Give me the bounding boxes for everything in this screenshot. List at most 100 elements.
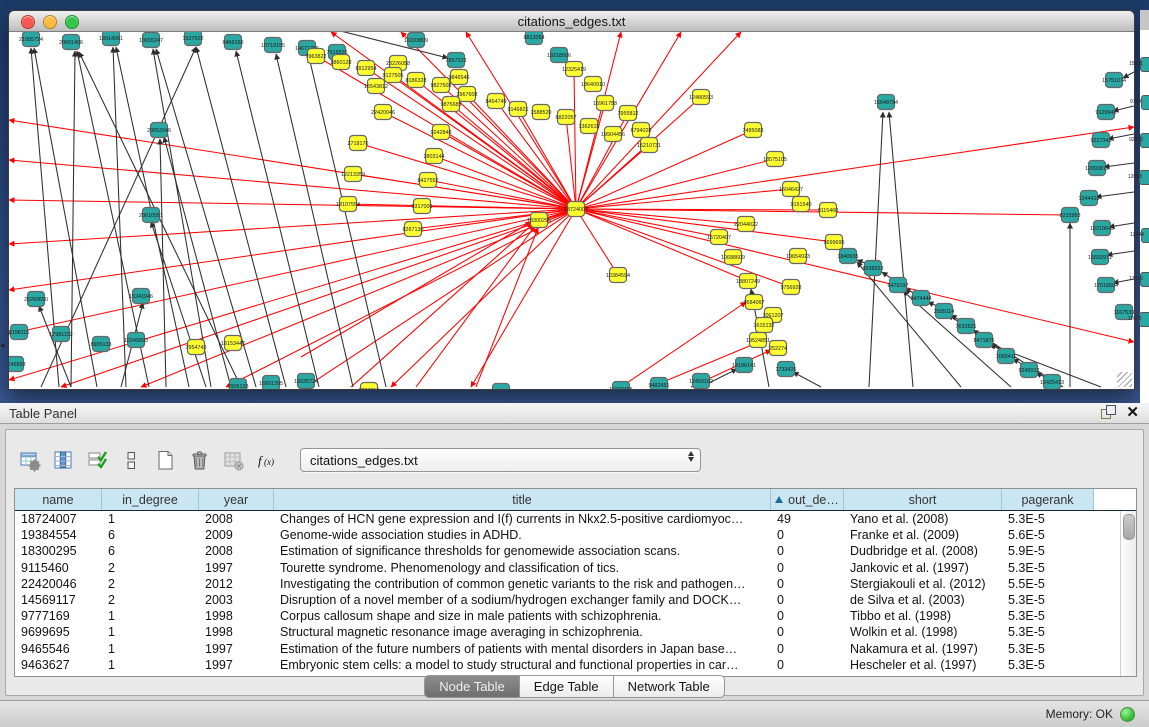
table-cell[interactable]: 1 [102, 512, 199, 526]
table-cell[interactable]: 2 [102, 593, 199, 607]
table-scrollbar[interactable] [1120, 511, 1136, 676]
table-cell[interactable]: 9465546 [15, 642, 102, 656]
network-edge[interactable] [1096, 192, 1134, 197]
show-columns-button[interactable] [50, 446, 76, 474]
network-edge[interactable] [793, 372, 821, 387]
table-cell[interactable]: 5.9E-5 [1002, 544, 1094, 558]
table-cell[interactable]: Nakamura et al. (1997) [844, 642, 1002, 656]
table-cell[interactable]: 2009 [199, 528, 274, 542]
tab-edge-table[interactable]: Edge Table [520, 675, 614, 698]
network-edge[interactable] [576, 209, 1134, 342]
table-cell[interactable]: 5.6E-5 [1002, 528, 1094, 542]
unselect-all-button[interactable] [118, 446, 144, 474]
table-cell[interactable]: Dudbridge et al. (2008) [844, 544, 1002, 558]
table-row[interactable]: 1938455462009Genome-wide association stu… [15, 527, 1136, 543]
network-node[interactable]: 17016 [1140, 272, 1149, 287]
table-row[interactable]: 1456911722003Disruption of a novel membe… [15, 592, 1136, 608]
column-header-name[interactable]: name [15, 489, 102, 510]
table-cell[interactable]: 6 [102, 544, 199, 558]
table-row[interactable]: 2242004622012Investigating the contribut… [15, 576, 1136, 592]
network-edge[interactable] [276, 54, 353, 387]
table-cell[interactable]: 2003 [199, 593, 274, 607]
column-header-pagerank[interactable]: pagerank [1002, 489, 1094, 510]
table-cell[interactable]: 0 [771, 658, 844, 672]
table-cell[interactable]: 14569117 [15, 593, 102, 607]
table-cell[interactable]: Yano et al. (2008) [844, 512, 1002, 526]
table-cell[interactable]: 0 [771, 642, 844, 656]
table-cell[interactable]: Wolkin et al. (1998) [844, 625, 1002, 639]
column-header-title[interactable]: title [274, 489, 771, 510]
network-edge[interactable] [869, 112, 883, 387]
table-cell[interactable]: 0 [771, 544, 844, 558]
network-edge[interactable] [151, 222, 206, 387]
table-cell[interactable]: Investigating the contribution of common… [274, 577, 771, 591]
network-edge[interactable] [889, 112, 913, 387]
table-cell[interactable]: 1998 [199, 625, 274, 639]
network-edge[interactable] [39, 306, 71, 387]
close-panel-icon[interactable]: ✕ [1126, 405, 1139, 420]
memory-ok-indicator[interactable] [1120, 707, 1135, 722]
column-header-out_de[interactable]: out_de… [771, 489, 844, 510]
table-cell[interactable]: 2008 [199, 512, 274, 526]
column-header-year[interactable]: year [199, 489, 274, 510]
network-edge[interactable] [576, 209, 719, 237]
table-cell[interactable]: Stergiakouli et al. (2012) [844, 577, 1002, 591]
table-scrollbar-thumb[interactable] [1123, 514, 1135, 540]
table-row[interactable]: 977716911998Corpus callosum shape and si… [15, 608, 1136, 624]
minimize-window-icon[interactable] [43, 15, 57, 29]
table-row[interactable]: 946554611997Estimation of the future num… [15, 641, 1136, 657]
table-cell[interactable]: 5.5E-5 [1002, 577, 1094, 591]
table-cell[interactable]: 22420046 [15, 577, 102, 591]
table-cell[interactable]: 2 [102, 561, 199, 575]
network-edge[interactable] [301, 222, 531, 357]
table-cell[interactable]: 0 [771, 625, 844, 639]
table-cell[interactable]: 5.3E-5 [1002, 512, 1094, 526]
table-cell[interactable]: 49 [771, 512, 844, 526]
table-cell[interactable]: 5.3E-5 [1002, 658, 1094, 672]
table-cell[interactable]: 6 [102, 528, 199, 542]
table-cell[interactable]: 2008 [199, 544, 274, 558]
table-cell[interactable]: 9777169 [15, 609, 102, 623]
network-node[interactable]: 92273 [1140, 133, 1149, 148]
table-cell[interactable]: Franke et al. (2009) [844, 528, 1002, 542]
table-cell[interactable]: 5.3E-5 [1002, 642, 1094, 656]
table-cell[interactable]: Changes of HCN gene expression and I(f) … [274, 512, 771, 526]
table-settings-button[interactable] [16, 446, 42, 474]
table-cell[interactable]: Estimation of significance thresholds fo… [274, 544, 771, 558]
tab-node-table[interactable]: Node Table [424, 675, 520, 698]
table-cell[interactable]: 9463627 [15, 658, 102, 672]
table-cell[interactable]: 0 [771, 577, 844, 591]
table-cell[interactable]: 0 [771, 528, 844, 542]
table-cell[interactable]: 1 [102, 625, 199, 639]
table-cell[interactable]: 18300295 [15, 544, 102, 558]
float-panel-icon[interactable] [1101, 405, 1116, 420]
table-row[interactable]: 946362711997Embryonic stem cells: a mode… [15, 657, 1136, 673]
network-node[interactable]: 11675 [1139, 312, 1149, 327]
network-edge[interactable] [9, 120, 576, 209]
function-builder-button[interactable]: f(x) [254, 446, 280, 474]
delete-table-button[interactable] [220, 446, 246, 474]
network-node[interactable]: 9129 [1141, 95, 1149, 110]
select-all-button[interactable] [84, 446, 110, 474]
table-cell[interactable]: 1 [102, 658, 199, 672]
table-row[interactable]: 911546021997Tourette syndrome. Phenomeno… [15, 560, 1136, 576]
new-table-button[interactable] [152, 446, 178, 474]
table-cell[interactable]: Structural magnetic resonance image aver… [274, 625, 771, 639]
table-cell[interactable]: Tourette syndrome. Phenomenology and cla… [274, 561, 771, 575]
network-edge[interactable] [434, 156, 576, 209]
table-cell[interactable]: 1997 [199, 642, 274, 656]
table-cell[interactable]: 0 [771, 609, 844, 623]
network-node[interactable]: 15751 [1140, 57, 1149, 72]
table-row[interactable]: 1830029562008Estimation of significance … [15, 543, 1136, 559]
table-cell[interactable]: Hescheler et al. (1997) [844, 658, 1002, 672]
network-node[interactable]: 12444 [1141, 228, 1149, 243]
table-row[interactable]: 969969511998Structural magnetic resonanc… [15, 624, 1136, 640]
table-cell[interactable]: 5.3E-5 [1002, 625, 1094, 639]
table-row[interactable]: 1872400712008Changes of HCN gene express… [15, 511, 1136, 527]
table-cell[interactable]: 2012 [199, 577, 274, 591]
table-cell[interactable]: 1997 [199, 561, 274, 575]
tab-network-table[interactable]: Network Table [614, 675, 725, 698]
table-cell[interactable]: 0 [771, 561, 844, 575]
background-window-sliver[interactable]: 1575191299227312093124441701611675 [1140, 10, 1149, 408]
table-source-select[interactable]: citations_edges.txt [300, 448, 701, 472]
